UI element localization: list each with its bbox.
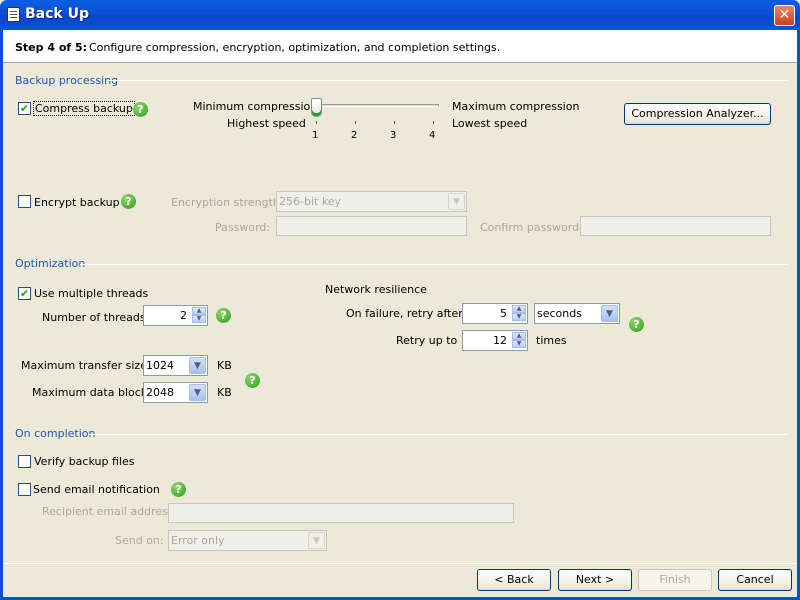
number-of-threads-label: Number of threads:: [42, 311, 150, 324]
window-frame-left: [0, 30, 3, 600]
step-header: Step 4 of 5: Configure compression, encr…: [3, 30, 797, 63]
step-description: Configure compression, encryption, optim…: [89, 41, 501, 54]
number-of-threads-stepper[interactable]: 2 ▲ ▼: [143, 305, 208, 326]
send-on-select[interactable]: Error only ▼: [168, 530, 327, 551]
spin-up-icon[interactable]: ▲: [512, 305, 526, 313]
encrypt-backup-checkbox[interactable]: [18, 195, 31, 208]
section-divider: [80, 264, 787, 265]
recipient-email-label: Recipient email address:: [42, 505, 178, 518]
max-transfer-size-label: Maximum transfer size:: [21, 359, 151, 372]
send-on-label: Send on:: [115, 534, 164, 547]
footer-divider: [3, 563, 797, 564]
max-data-block-select[interactable]: 2048 ▼: [143, 382, 208, 403]
slider-tick-label: 3: [390, 130, 397, 141]
use-multiple-threads-label[interactable]: Use multiple threads: [34, 287, 148, 300]
slider-tick: [316, 121, 317, 124]
slider-tick: [433, 121, 434, 124]
password-label: Password:: [215, 221, 271, 234]
step-label: Step 4 of 5:: [15, 41, 88, 54]
cancel-button[interactable]: Cancel: [718, 569, 792, 591]
password-field[interactable]: [276, 216, 467, 236]
close-icon[interactable]: ✕: [774, 5, 795, 26]
chevron-down-icon: ▼: [189, 384, 206, 401]
confirm-password-field[interactable]: [580, 216, 771, 236]
section-divider: [108, 80, 787, 81]
finish-button[interactable]: Finish: [638, 569, 712, 591]
encrypt-backup-label[interactable]: Encrypt backup: [34, 196, 120, 209]
verify-backup-checkbox[interactable]: [18, 455, 31, 468]
retry-up-to-stepper[interactable]: 12 ▲ ▼: [462, 330, 528, 351]
slider-tick: [394, 121, 395, 124]
compression-slider-thumb[interactable]: [311, 98, 322, 117]
max-transfer-size-select[interactable]: 1024 ▼: [143, 355, 208, 376]
max-data-block-label: Maximum data block:: [32, 386, 151, 399]
encryption-strength-label: Encryption strength:: [171, 196, 284, 209]
spin-up-icon[interactable]: ▲: [512, 332, 526, 340]
spin-down-icon[interactable]: ▼: [512, 340, 526, 348]
compression-slider-track[interactable]: [317, 104, 439, 107]
chevron-down-icon: ▼: [448, 193, 465, 210]
help-icon[interactable]: ?: [171, 482, 186, 497]
max-compression-label: Maximum compression: [452, 100, 580, 113]
max-data-block-unit: KB: [217, 386, 232, 399]
send-email-checkbox[interactable]: [18, 483, 31, 496]
section-title-optimization: Optimization: [15, 257, 86, 270]
title-bar[interactable]: [0, 0, 800, 30]
help-icon[interactable]: ?: [216, 308, 231, 323]
chevron-down-icon: ▼: [189, 357, 206, 374]
retry-after-stepper[interactable]: 5 ▲ ▼: [462, 303, 528, 324]
compress-backup-checkbox[interactable]: [18, 102, 31, 115]
retry-after-unit-select[interactable]: seconds ▼: [534, 303, 620, 324]
slider-tick: [355, 121, 356, 124]
section-divider: [89, 434, 787, 435]
back-button[interactable]: < Back: [477, 569, 551, 591]
section-title-on-completion: On completion: [15, 427, 96, 440]
use-multiple-threads-checkbox[interactable]: [18, 287, 31, 300]
spin-down-icon[interactable]: ▼: [512, 313, 526, 321]
help-icon[interactable]: ?: [629, 317, 644, 332]
retry-up-to-label: Retry up to: [396, 334, 458, 347]
recipient-email-field[interactable]: [168, 503, 514, 523]
highest-speed-label: Highest speed: [227, 117, 306, 130]
max-transfer-unit: KB: [217, 359, 232, 372]
verify-backup-label[interactable]: Verify backup files: [34, 455, 134, 468]
lowest-speed-label: Lowest speed: [452, 117, 528, 130]
help-icon[interactable]: ?: [245, 373, 260, 388]
retry-after-label: On failure, retry after: [346, 307, 463, 320]
section-title-backup-processing: Backup processing: [15, 74, 119, 87]
help-icon[interactable]: ?: [121, 194, 136, 209]
encryption-strength-select[interactable]: 256-bit key ▼: [276, 191, 467, 212]
window-title: Back Up: [25, 6, 89, 22]
network-resilience-title: Network resilience: [325, 283, 427, 296]
slider-tick-label: 4: [429, 130, 436, 141]
slider-tick-label: 1: [312, 130, 319, 141]
chevron-down-icon: ▼: [308, 532, 325, 549]
retry-up-to-unit: times: [536, 334, 567, 347]
min-compression-label: Minimum compression: [193, 100, 318, 113]
confirm-password-label: Confirm password:: [480, 221, 583, 234]
next-button[interactable]: Next >: [558, 569, 632, 591]
backup-app-icon: [7, 7, 20, 22]
help-icon[interactable]: ?: [133, 102, 148, 117]
chevron-down-icon: ▼: [601, 305, 618, 322]
compression-analyzer-button[interactable]: Compression Analyzer...: [624, 103, 771, 125]
slider-tick-label: 2: [351, 130, 358, 141]
send-email-label[interactable]: Send email notification: [33, 483, 160, 496]
compress-backup-label[interactable]: Compress backup: [33, 101, 135, 116]
spin-up-icon[interactable]: ▲: [192, 307, 206, 315]
spin-down-icon[interactable]: ▼: [192, 315, 206, 323]
